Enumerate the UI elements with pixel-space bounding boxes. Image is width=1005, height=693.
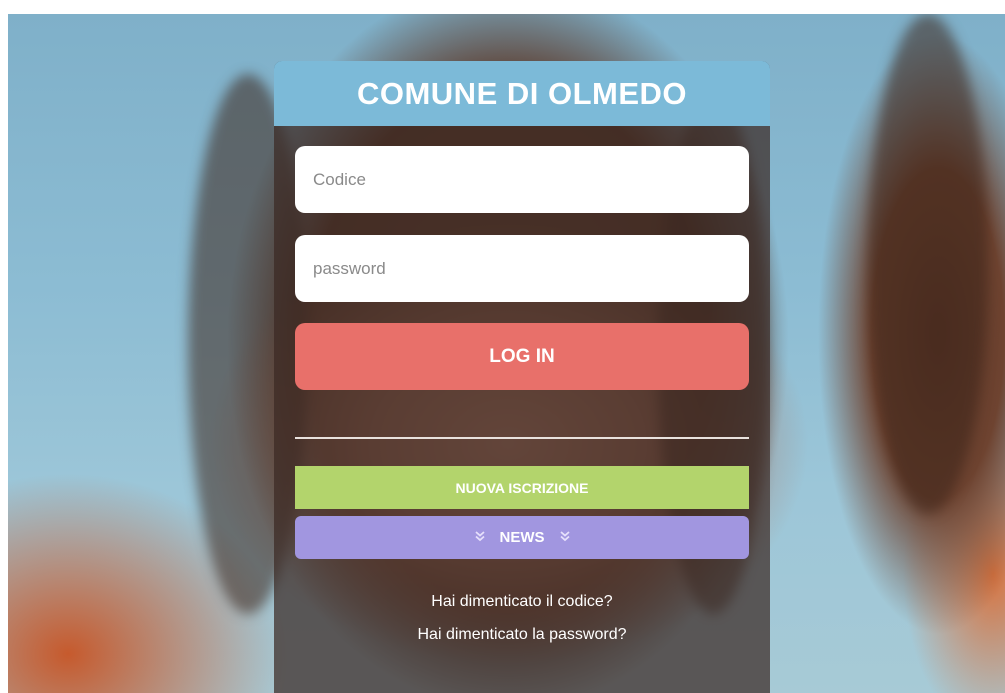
news-label: NEWS: [499, 529, 545, 546]
new-registration-label: NUOVA ISCRIZIONE: [455, 479, 589, 496]
page-title: COMUNE DI OLMEDO: [356, 75, 688, 111]
news-button[interactable]: NEWS: [295, 516, 749, 559]
forgot-code-link[interactable]: Hai dimenticato il codice?: [274, 593, 770, 611]
forgot-password-link[interactable]: Hai dimenticato la password?: [274, 626, 770, 644]
divider: [295, 437, 749, 439]
login-button[interactable]: LOG IN: [295, 323, 749, 390]
double-chevron-down-icon: [559, 530, 571, 545]
code-input[interactable]: [295, 146, 749, 213]
new-registration-button[interactable]: NUOVA ISCRIZIONE: [295, 466, 749, 509]
double-chevron-down-icon: [474, 530, 486, 545]
password-input[interactable]: [295, 235, 749, 302]
login-button-label: LOG IN: [489, 345, 555, 367]
login-panel: COMUNE DI OLMEDO LOG IN NUOVA ISCRIZIONE…: [274, 61, 770, 693]
panel-header: COMUNE DI OLMEDO: [274, 61, 770, 126]
login-page: COMUNE DI OLMEDO LOG IN NUOVA ISCRIZIONE…: [0, 0, 1005, 693]
